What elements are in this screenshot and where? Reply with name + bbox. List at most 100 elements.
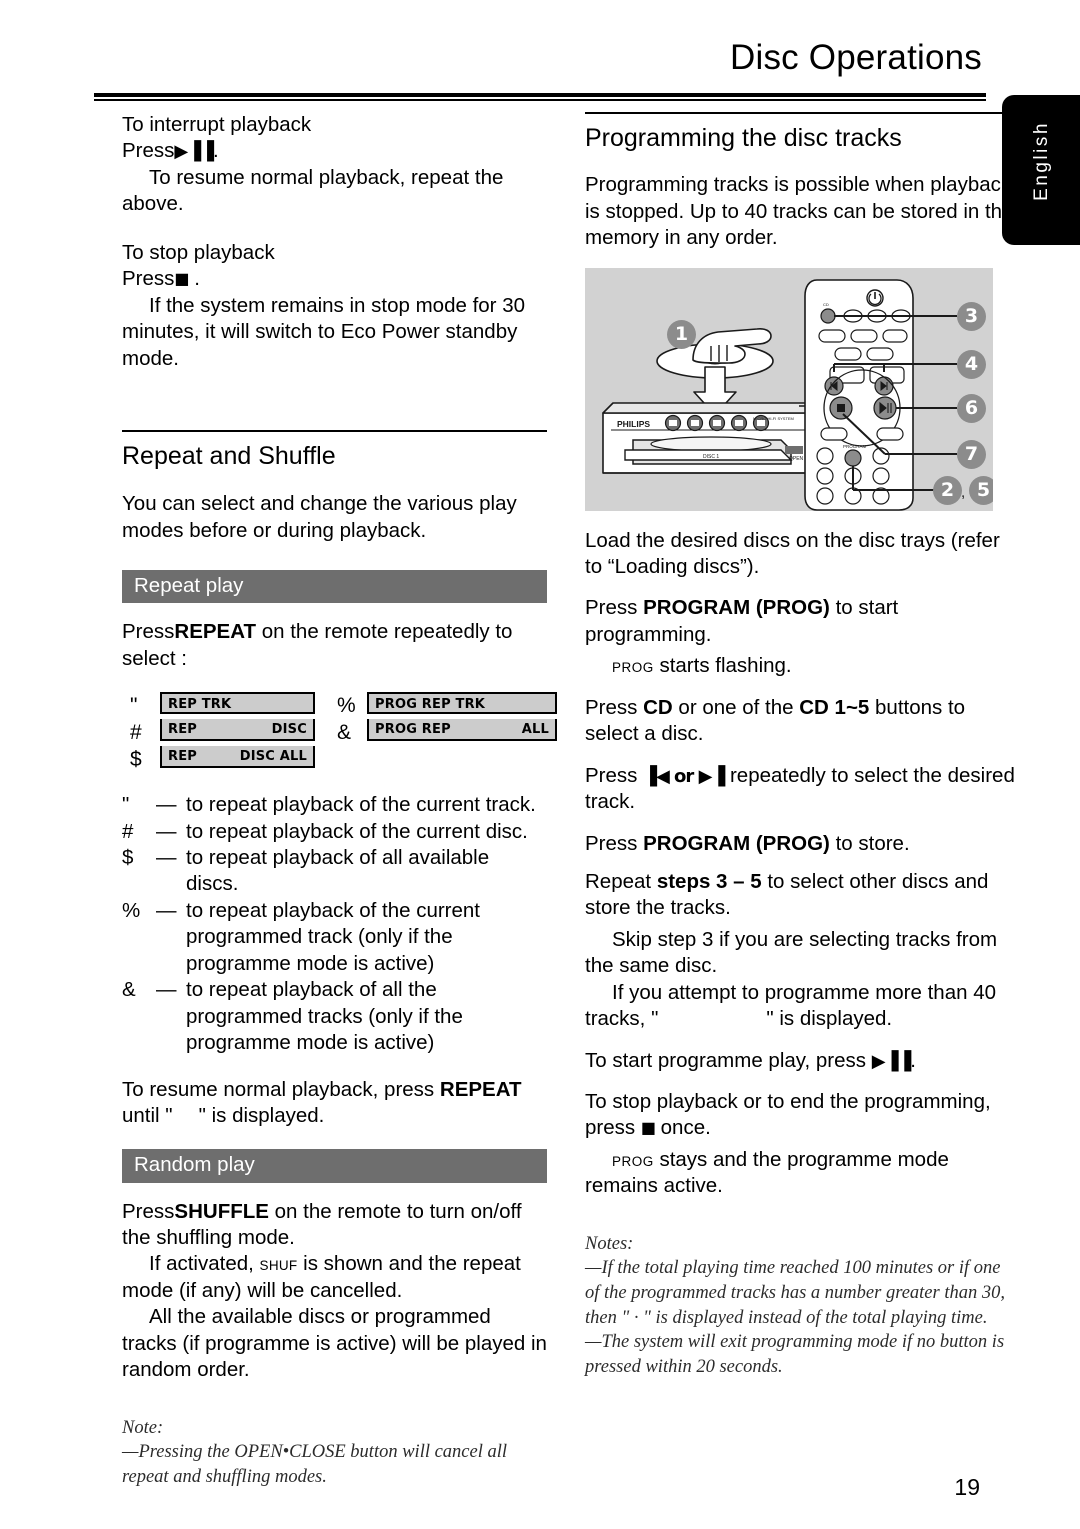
display-row: " REP TRK [130, 692, 315, 719]
explanation-key: & [122, 978, 136, 1002]
right-column: Programming the disc tracks Programming … [585, 112, 1015, 1379]
repeat-shuffle-section: Repeat and Shuffle You can select and ch… [122, 429, 547, 544]
explanation-text: to repeat playback of the current disc. [186, 819, 528, 843]
callout-3: 3 [957, 301, 986, 331]
resume-suffix-b: " is displayed. [198, 1103, 325, 1127]
lcd-right-text: ALL [521, 722, 549, 738]
notes-item: —If the total playing time reached 100 m… [585, 1258, 1005, 1328]
cd-range-key: CD 1~5 [799, 695, 870, 719]
callout-separator: , [961, 483, 966, 501]
lcd-left-text: REP [168, 722, 198, 738]
display-key: & [337, 721, 352, 745]
random-play-order: All the available discs or programmed tr… [122, 1305, 547, 1382]
skip-icons: ▐◀ or ▶▐ [643, 765, 725, 787]
callout-2: 2 [933, 475, 962, 505]
display-row: & PROG REP ALL [337, 719, 557, 746]
left-column: To interrupt playback Press▶▐▐. To resum… [122, 112, 557, 1490]
step-text: Press [585, 596, 644, 620]
svg-text:CD: CD [823, 302, 829, 307]
svg-text:DISC 1: DISC 1 [703, 454, 719, 460]
explanation-dash: — [156, 846, 177, 869]
lcd-right-text: DISC [271, 722, 307, 738]
step-text: once. [654, 1116, 711, 1140]
title-rule-thick [94, 93, 986, 97]
display-row: $ REP DISC ALL [130, 746, 315, 773]
interrupt-heading: To interrupt playback [122, 113, 312, 136]
repeat-shuffle-intro: You can select and change the various pl… [122, 492, 517, 542]
lcd-display: PROG REP TRK [367, 692, 557, 715]
repeat-key: REPEAT [439, 1077, 522, 1101]
repeat-display-group-right: % PROG REP TRK & PROG REP ALL [337, 692, 557, 746]
loading-disc-illustration: PHILIPS DISC 1 OPEN MICRO HI-FI SYSTEM C… [585, 267, 993, 511]
explanation-dash: — [156, 793, 177, 817]
repeat-key: REPEAT [174, 620, 257, 644]
explanation-dash: — [156, 819, 177, 843]
lcd-left-text: REP TRK [168, 697, 232, 713]
prog-indicator: PROG [612, 660, 654, 676]
stop-press-line: Press■ . [122, 266, 547, 292]
step-8-sub: PROG stays and the programme mode remain… [585, 1147, 1015, 1200]
notes-label: Notes: [585, 1233, 634, 1254]
left-note-block: Note: —Pressing the OPEN•CLOSE button wi… [122, 1416, 547, 1490]
list-item: $ — to repeat playback of all available … [122, 845, 547, 898]
callout-6: 6 [957, 393, 986, 423]
press-period: . [212, 139, 219, 163]
program-key: PROGRAM (PROG) [643, 831, 830, 855]
title-rule-thin [94, 99, 986, 101]
explanation-key: # [122, 819, 134, 843]
press-label: Press [122, 139, 175, 163]
step-5: Press PROGRAM (PROG) to store. [585, 831, 1015, 857]
stop-icon: ■ [640, 1118, 656, 1138]
step-6-sub2: If you attempt to programme more than 40… [585, 980, 1015, 1033]
lcd-right-text: DISC ALL [239, 749, 307, 765]
svg-text:MICRO HI-FI SYSTEM: MICRO HI-FI SYSTEM [753, 416, 794, 421]
lcd-left-text: PROG REP [375, 722, 451, 738]
display-row: # REP DISC [130, 719, 315, 746]
section-rule [585, 112, 1015, 114]
step-1: Load the desired discs on the disc trays… [585, 528, 1000, 578]
step-2-sub: PROG starts flashing. [585, 653, 1015, 679]
step-text: To start programme play, press [585, 1048, 872, 1072]
illustration-artwork: PHILIPS DISC 1 OPEN MICRO HI-FI SYSTEM C… [602, 278, 957, 511]
repeat-display-figures: " REP TRK # REP DISC $ REP DISC ALL % PR… [122, 692, 557, 773]
explanation-text: to repeat playback of the current progra… [186, 898, 481, 975]
press-prefix: Press [122, 620, 175, 644]
steps-range-key: steps 3 – 5 [656, 869, 762, 893]
repeat-play-instruction: PressREPEAT on the remote repeatedly to … [122, 619, 547, 672]
step-text: Press [585, 763, 644, 787]
display-key: % [337, 694, 356, 718]
step-3: Press CD or one of the CD 1~5 buttons to… [585, 695, 1015, 748]
repeat-shuffle-heading: Repeat and Shuffle [122, 441, 336, 470]
repeat-play-bar: Repeat play [122, 570, 547, 604]
lcd-left-text: REP [168, 749, 198, 765]
explanation-dash: — [156, 978, 177, 1002]
lcd-display: REP DISC ALL [160, 746, 315, 769]
resume-prefix: To resume normal playback, press [122, 1077, 440, 1101]
prog-indicator: PROG [612, 1153, 654, 1169]
shuf-indicator: SHUF [259, 1258, 298, 1274]
step-sub-text: " is displayed. [766, 1007, 893, 1031]
list-item: & — to repeat playback of all the progra… [122, 977, 547, 1056]
stop-heading: To stop playback [122, 240, 275, 264]
page-number: 19 [954, 1474, 980, 1500]
step-sub-text: starts flashing. [653, 654, 792, 678]
repeat-resume-instruction: To resume normal playback, press REPEAT … [122, 1077, 547, 1130]
lcd-display: REP DISC [160, 719, 315, 742]
lcd-left-text: PROG REP TRK [375, 697, 486, 713]
press-period: . [194, 267, 200, 291]
step-2: Press PROGRAM (PROG) to start programmin… [585, 595, 1015, 648]
explanation-text: to repeat playback of all available disc… [186, 846, 490, 896]
explanation-dash: — [156, 898, 177, 922]
explanation-key: % [122, 898, 141, 922]
random-play-bar: Random play [122, 1149, 547, 1183]
page-title: Disc Operations [730, 38, 982, 77]
svg-text:OPEN: OPEN [789, 456, 804, 462]
explanation-key: $ [122, 846, 134, 869]
notes-item: —The system will exit programming mode i… [585, 1332, 1005, 1377]
step-text: Repeat [585, 869, 657, 893]
interrupt-press-line: Press▶▐▐. [122, 138, 547, 164]
repeat-display-group-left: " REP TRK # REP DISC $ REP DISC ALL [130, 692, 315, 773]
shuffle-key: SHUFFLE [174, 1199, 269, 1223]
step-text: to store. [829, 831, 910, 855]
svg-text:PROGRAM: PROGRAM [843, 444, 867, 449]
